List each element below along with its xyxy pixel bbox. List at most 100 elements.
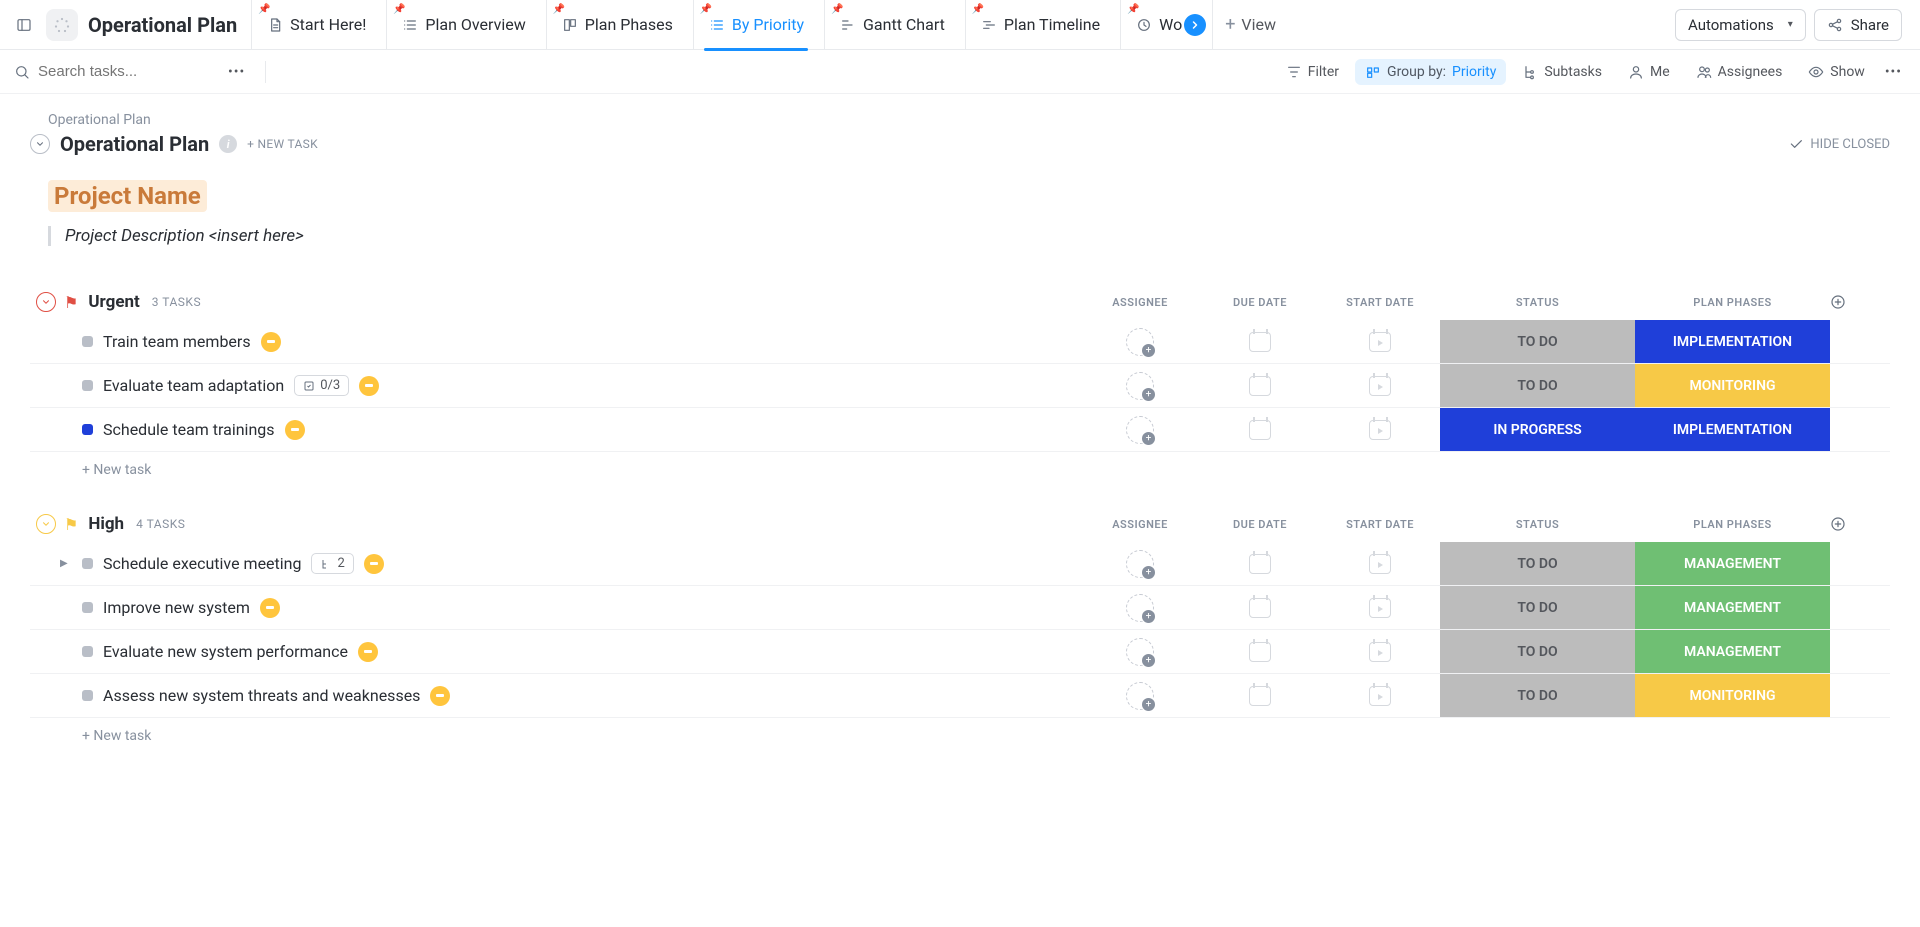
due-date-cell[interactable] bbox=[1200, 674, 1320, 717]
start-date-cell[interactable] bbox=[1320, 408, 1440, 451]
task-row[interactable]: Evaluate team adaptation 0/3 TO DO MONIT… bbox=[30, 364, 1890, 408]
status-square[interactable] bbox=[82, 380, 93, 391]
start-date-cell[interactable] bbox=[1320, 364, 1440, 407]
assignee-placeholder[interactable] bbox=[1126, 638, 1154, 666]
search-box[interactable] bbox=[14, 63, 214, 80]
assignee-cell[interactable] bbox=[1080, 320, 1200, 363]
assignee-cell[interactable] bbox=[1080, 542, 1200, 585]
col-due-date[interactable]: DUE DATE bbox=[1200, 296, 1320, 309]
collapse-all[interactable] bbox=[30, 134, 50, 154]
assignee-cell[interactable] bbox=[1080, 586, 1200, 629]
task-row[interactable]: Evaluate new system performance TO DO MA… bbox=[30, 630, 1890, 674]
phase-cell[interactable]: IMPLEMENTATION bbox=[1635, 408, 1830, 451]
tab-start-here[interactable]: 📌 Start Here! bbox=[251, 0, 380, 50]
group-collapse[interactable] bbox=[36, 514, 56, 534]
subtasks-badge[interactable]: 2 bbox=[311, 553, 353, 574]
space-icon[interactable] bbox=[46, 9, 78, 41]
due-date-cell[interactable] bbox=[1200, 408, 1320, 451]
project-name[interactable]: Project Name bbox=[48, 180, 207, 212]
assignees-button[interactable]: Assignees bbox=[1686, 59, 1793, 85]
col-start-date[interactable]: START DATE bbox=[1320, 296, 1440, 309]
show-button[interactable]: Show bbox=[1798, 59, 1875, 85]
status-square[interactable] bbox=[82, 336, 93, 347]
space-title[interactable]: Operational Plan bbox=[88, 13, 237, 37]
col-assignee[interactable]: ASSIGNEE bbox=[1080, 296, 1200, 309]
group-name[interactable]: Urgent bbox=[88, 292, 139, 312]
assignee-placeholder[interactable] bbox=[1126, 328, 1154, 356]
assignee-placeholder[interactable] bbox=[1126, 416, 1154, 444]
scroll-tabs-right[interactable] bbox=[1184, 14, 1206, 36]
start-date-cell[interactable] bbox=[1320, 674, 1440, 717]
new-task-row[interactable]: + New task bbox=[30, 718, 1890, 744]
status-cell[interactable]: TO DO bbox=[1440, 586, 1635, 629]
assignee-cell[interactable] bbox=[1080, 408, 1200, 451]
start-date-cell[interactable] bbox=[1320, 542, 1440, 585]
phase-cell[interactable]: IMPLEMENTATION bbox=[1635, 320, 1830, 363]
toolbar-more[interactable]: ••• bbox=[1881, 60, 1906, 84]
priority-badge[interactable] bbox=[358, 642, 378, 662]
task-name[interactable]: Evaluate new system performance bbox=[103, 642, 348, 661]
assignee-placeholder[interactable] bbox=[1126, 372, 1154, 400]
task-name[interactable]: Schedule executive meeting bbox=[103, 554, 301, 573]
col-plan-phases[interactable]: PLAN PHASES bbox=[1635, 518, 1830, 531]
group-collapse[interactable] bbox=[36, 292, 56, 312]
assignee-placeholder[interactable] bbox=[1126, 682, 1154, 710]
task-name[interactable]: Evaluate team adaptation bbox=[103, 376, 284, 395]
priority-badge[interactable] bbox=[261, 332, 281, 352]
col-status[interactable]: STATUS bbox=[1440, 518, 1635, 531]
status-cell[interactable]: TO DO bbox=[1440, 320, 1635, 363]
priority-badge[interactable] bbox=[285, 420, 305, 440]
task-row[interactable]: Schedule team trainings IN PROGRESS IMPL… bbox=[30, 408, 1890, 452]
start-date-cell[interactable] bbox=[1320, 586, 1440, 629]
subtasks-button[interactable]: Subtasks bbox=[1512, 59, 1612, 85]
task-name[interactable]: Assess new system threats and weaknesses bbox=[103, 686, 420, 705]
tab-gantt-chart[interactable]: 📌 Gantt Chart bbox=[824, 0, 959, 50]
phase-cell[interactable]: MANAGEMENT bbox=[1635, 630, 1830, 673]
sidebar-toggle[interactable] bbox=[8, 9, 40, 41]
phase-cell[interactable]: MONITORING bbox=[1635, 364, 1830, 407]
col-assignee[interactable]: ASSIGNEE bbox=[1080, 518, 1200, 531]
tab-by-priority[interactable]: 📌 By Priority bbox=[693, 0, 818, 50]
group-by-button[interactable]: Group by: Priority bbox=[1355, 59, 1506, 85]
assignee-placeholder[interactable] bbox=[1126, 550, 1154, 578]
add-view-button[interactable]: + View bbox=[1212, 0, 1288, 50]
due-date-cell[interactable] bbox=[1200, 586, 1320, 629]
breadcrumb[interactable]: Operational Plan bbox=[48, 112, 1890, 128]
status-square[interactable] bbox=[82, 424, 93, 435]
assignee-cell[interactable] bbox=[1080, 630, 1200, 673]
assignee-cell[interactable] bbox=[1080, 674, 1200, 717]
start-date-cell[interactable] bbox=[1320, 320, 1440, 363]
assignee-placeholder[interactable] bbox=[1126, 594, 1154, 622]
tab-plan-overview[interactable]: 📌 Plan Overview bbox=[386, 0, 539, 50]
automations-button[interactable]: Automations ▾ bbox=[1675, 9, 1806, 41]
status-cell[interactable]: TO DO bbox=[1440, 542, 1635, 585]
tab-plan-phases[interactable]: 📌 Plan Phases bbox=[546, 0, 687, 50]
task-name[interactable]: Schedule team trainings bbox=[103, 420, 275, 439]
priority-badge[interactable] bbox=[359, 376, 379, 396]
assignee-cell[interactable] bbox=[1080, 364, 1200, 407]
col-status[interactable]: STATUS bbox=[1440, 296, 1635, 309]
task-row[interactable]: Improve new system TO DO MANAGEMENT bbox=[30, 586, 1890, 630]
tab-workload[interactable]: 📌 Wo bbox=[1120, 0, 1186, 50]
tab-plan-timeline[interactable]: 📌 Plan Timeline bbox=[965, 0, 1114, 50]
new-task-row[interactable]: + New task bbox=[30, 452, 1890, 478]
due-date-cell[interactable] bbox=[1200, 364, 1320, 407]
priority-badge[interactable] bbox=[364, 554, 384, 574]
start-date-cell[interactable] bbox=[1320, 630, 1440, 673]
task-name[interactable]: Train team members bbox=[103, 332, 251, 351]
task-row[interactable]: ▶ Schedule executive meeting 2 TO DO MAN… bbox=[30, 542, 1890, 586]
status-cell[interactable]: TO DO bbox=[1440, 630, 1635, 673]
add-column[interactable] bbox=[1830, 516, 1890, 532]
filter-button[interactable]: Filter bbox=[1276, 59, 1349, 85]
add-column[interactable] bbox=[1830, 294, 1890, 310]
share-button[interactable]: Share bbox=[1814, 9, 1902, 41]
status-cell[interactable]: TO DO bbox=[1440, 364, 1635, 407]
checklist-badge[interactable]: 0/3 bbox=[294, 375, 349, 396]
phase-cell[interactable]: MONITORING bbox=[1635, 674, 1830, 717]
project-description[interactable]: Project Description <insert here> bbox=[48, 226, 1890, 246]
task-name[interactable]: Improve new system bbox=[103, 598, 250, 617]
priority-badge[interactable] bbox=[430, 686, 450, 706]
new-task-button[interactable]: + NEW TASK bbox=[247, 137, 318, 151]
status-square[interactable] bbox=[82, 602, 93, 613]
info-icon[interactable]: i bbox=[219, 135, 237, 153]
